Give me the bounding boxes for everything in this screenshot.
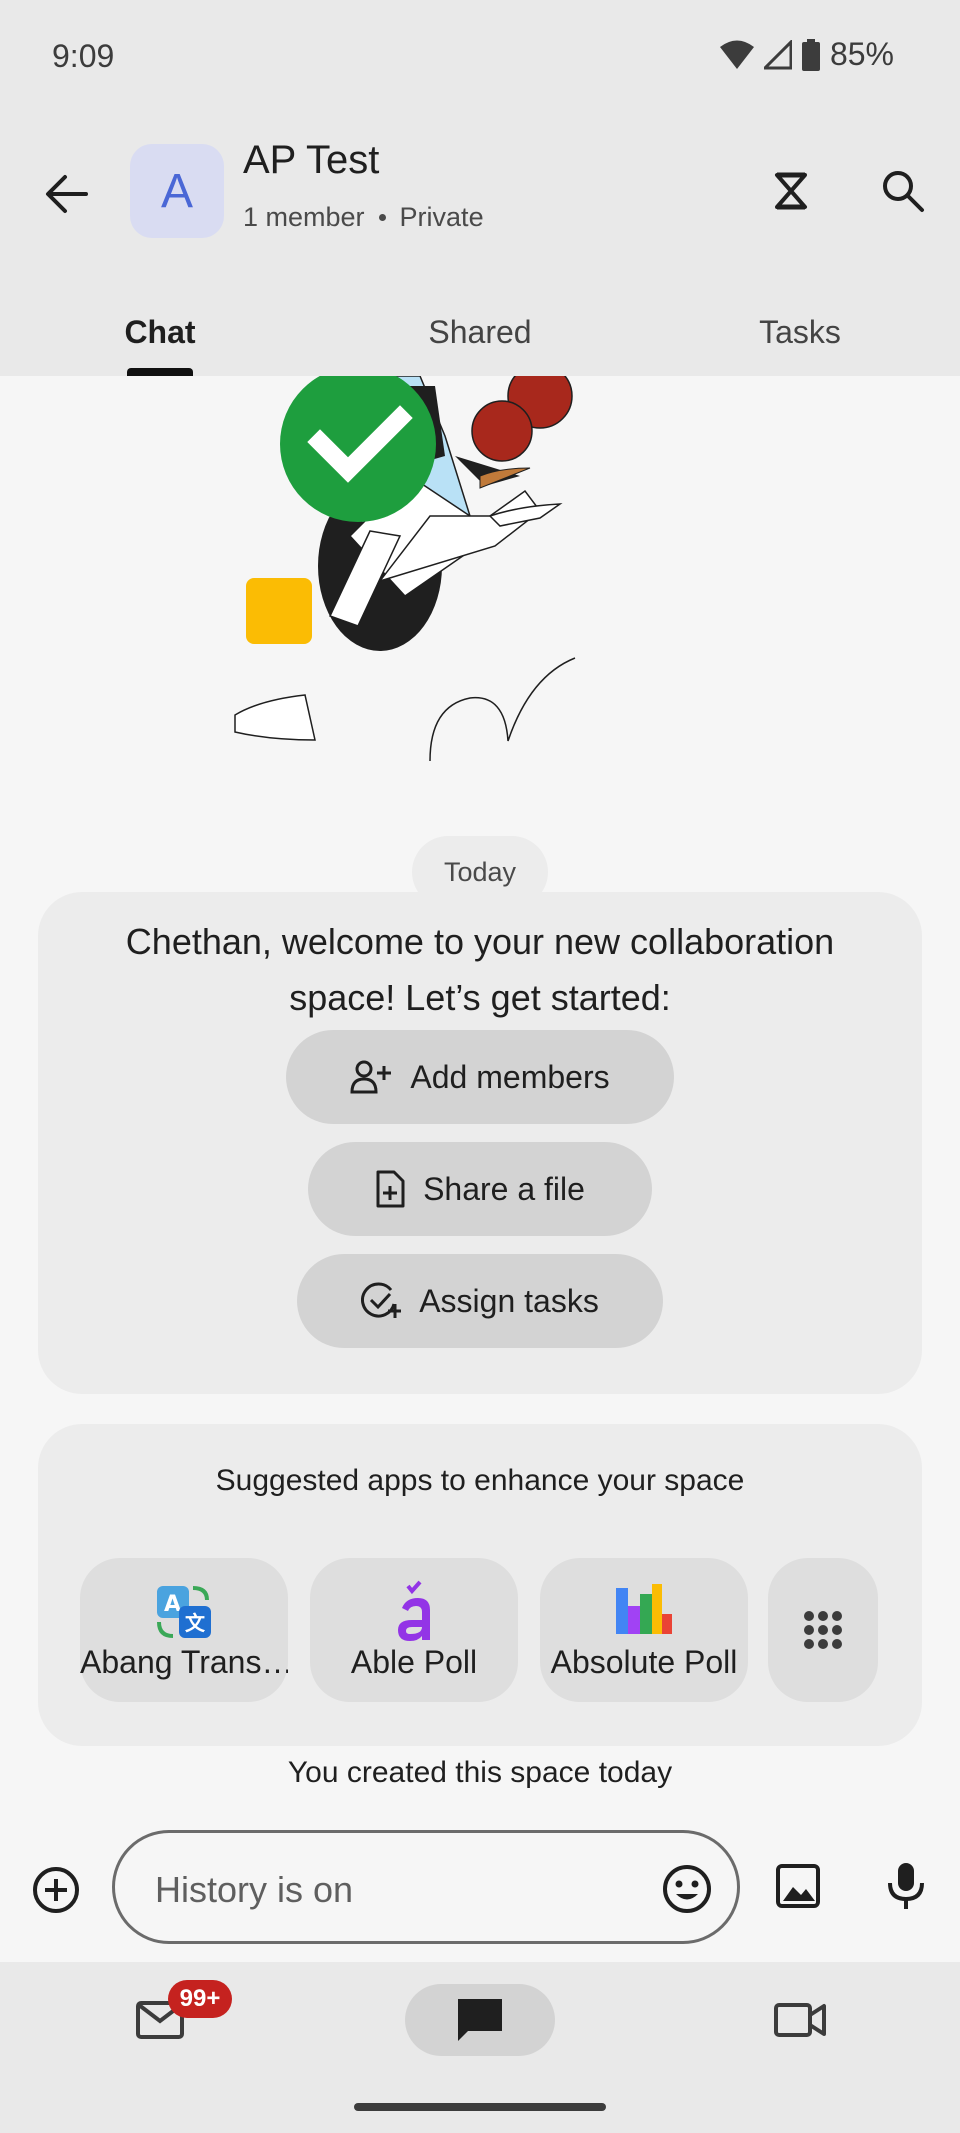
image-icon	[776, 1864, 820, 1908]
app-tile-able-poll[interactable]: Able Poll	[310, 1558, 518, 1702]
status-icons: 85%	[719, 36, 894, 73]
suggested-apps-card: Suggested apps to enhance your space A 文…	[38, 1424, 922, 1746]
space-title[interactable]: AP Test	[243, 138, 379, 183]
tab-chat[interactable]: Chat	[80, 292, 240, 376]
battery-icon	[801, 38, 820, 71]
status-time: 9:09	[52, 38, 115, 74]
file-add-icon	[376, 1170, 405, 1208]
apps-grid-icon	[804, 1611, 842, 1649]
translate-icon: A 文	[157, 1586, 211, 1638]
message-input-placeholder: History is on	[155, 1869, 354, 1910]
signal-icon	[763, 39, 792, 69]
message-input[interactable]: History is on	[112, 1830, 740, 1944]
welcome-illustration	[234, 376, 576, 762]
separator-dot	[378, 214, 386, 221]
search-button[interactable]	[868, 156, 938, 226]
bar-chart-icon	[616, 1584, 672, 1634]
message-composer: History is on	[0, 1818, 960, 1962]
chat-icon	[458, 1999, 502, 2041]
tab-tasks[interactable]: Tasks	[720, 292, 880, 376]
nav-chat[interactable]	[405, 1984, 555, 2056]
tab-bar: Chat Shared Tasks	[0, 292, 960, 376]
space-visibility: Private	[399, 202, 484, 232]
welcome-message: Chethan, welcome to your new collaborati…	[125, 921, 835, 1018]
svg-text:A: A	[164, 1592, 181, 1617]
arrow-back-icon	[46, 175, 88, 213]
hourglass-icon	[775, 172, 807, 210]
space-subtitle: 1 member Private	[243, 202, 484, 233]
add-members-button[interactable]: Add members	[286, 1030, 674, 1124]
space-created-note: You created this space today	[287, 1756, 673, 1789]
svg-text:文: 文	[185, 1611, 206, 1635]
microphone-icon	[888, 1863, 924, 1909]
welcome-card: Chethan, welcome to your new collaborati…	[38, 892, 922, 1394]
space-summary-button[interactable]	[756, 156, 826, 226]
voice-input-button[interactable]	[874, 1854, 938, 1918]
share-file-button[interactable]: Share a file	[308, 1142, 652, 1236]
tab-shared[interactable]: Shared	[400, 292, 560, 376]
emoji-icon[interactable]	[661, 1863, 713, 1915]
mail-unread-badge: 99+	[168, 1980, 232, 2018]
nav-meet[interactable]	[760, 1984, 840, 2056]
person-add-icon	[350, 1060, 392, 1094]
home-indicator[interactable]	[354, 2103, 606, 2111]
suggested-apps-title: Suggested apps to enhance your space	[215, 1464, 745, 1497]
app-header: A AP Test 1 member Private Chat Shared T…	[0, 118, 960, 376]
assign-tasks-button[interactable]: Assign tasks	[297, 1254, 663, 1348]
app-name: Absolute Poll	[550, 1644, 738, 1680]
search-icon	[883, 171, 924, 212]
space-avatar[interactable]: A	[130, 144, 224, 238]
wifi-icon	[719, 40, 754, 69]
app-tile-abang-translate[interactable]: A 文 Abang Trans…	[80, 1558, 288, 1702]
image-button[interactable]	[766, 1854, 830, 1918]
able-poll-icon	[398, 1580, 430, 1641]
active-tab-indicator	[127, 368, 193, 376]
battery-level: 85%	[829, 36, 894, 72]
more-apps-button[interactable]	[768, 1558, 878, 1702]
status-bar: 9:09 85%	[0, 0, 960, 118]
task-add-icon	[361, 1282, 402, 1318]
member-count: 1 member	[243, 202, 365, 232]
back-button[interactable]	[34, 162, 98, 226]
add-attachment-button[interactable]	[26, 1860, 86, 1920]
app-name: Abang Trans…	[80, 1644, 288, 1680]
video-camera-icon	[774, 2003, 826, 2037]
app-tile-absolute-poll[interactable]: Absolute Poll	[540, 1558, 748, 1702]
app-name: Able Poll	[350, 1644, 478, 1680]
add-circle-icon	[33, 1867, 79, 1913]
